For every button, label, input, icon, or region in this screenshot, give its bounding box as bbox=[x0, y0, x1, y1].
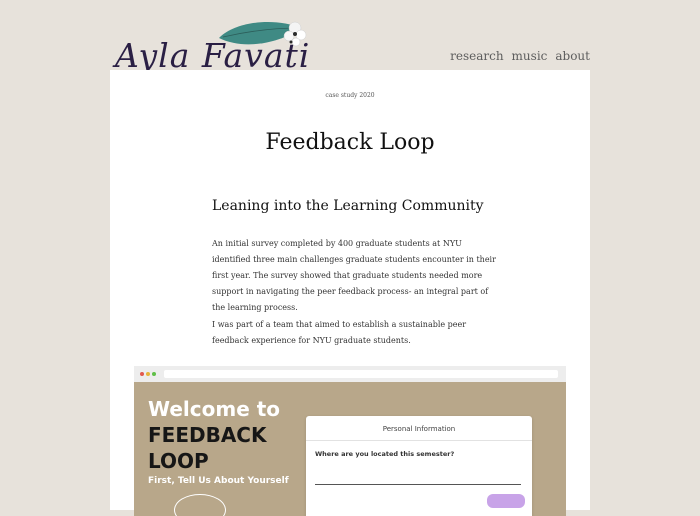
content-card: case study 2020 Feedback Loop Leaning in… bbox=[110, 70, 590, 516]
maximize-dot-icon bbox=[152, 372, 156, 376]
avatar-circle-icon bbox=[174, 494, 226, 516]
intro-paragraph: An initial survey completed by 400 gradu… bbox=[212, 239, 496, 312]
nav-music-link[interactable]: music bbox=[512, 49, 548, 63]
next-button[interactable] bbox=[487, 494, 525, 508]
nav-research-link[interactable]: research bbox=[450, 49, 503, 63]
close-dot-icon bbox=[140, 372, 144, 376]
minimize-dot-icon bbox=[146, 372, 150, 376]
personal-info-form: Personal Information Where are you locat… bbox=[306, 416, 532, 516]
page-title: Feedback Loop bbox=[265, 130, 435, 155]
brand[interactable]: Ayla Favati bbox=[0, 0, 320, 80]
location-question: Where are you located this semester? bbox=[315, 450, 455, 458]
app-brand-title: FEEDBACK LOOP bbox=[148, 423, 267, 473]
team-paragraph: I was part of a team that aimed to estab… bbox=[212, 320, 467, 345]
browser-chrome bbox=[134, 366, 566, 382]
main-nav: research music about bbox=[450, 49, 590, 63]
tagline: First, Tell Us About Yourself bbox=[148, 476, 289, 486]
section-heading: Leaning into the Learning Community bbox=[212, 198, 484, 214]
form-divider bbox=[306, 440, 532, 441]
form-title: Personal Information bbox=[382, 425, 456, 433]
location-input[interactable] bbox=[315, 472, 521, 485]
welcome-heading: Welcome to bbox=[148, 397, 281, 421]
address-bar bbox=[164, 370, 558, 378]
nav-about-link[interactable]: about bbox=[555, 49, 590, 63]
case-study-label: case study 2020 bbox=[325, 92, 375, 99]
app-screenshot: Welcome to FEEDBACK LOOP First, Tell Us … bbox=[134, 366, 566, 516]
